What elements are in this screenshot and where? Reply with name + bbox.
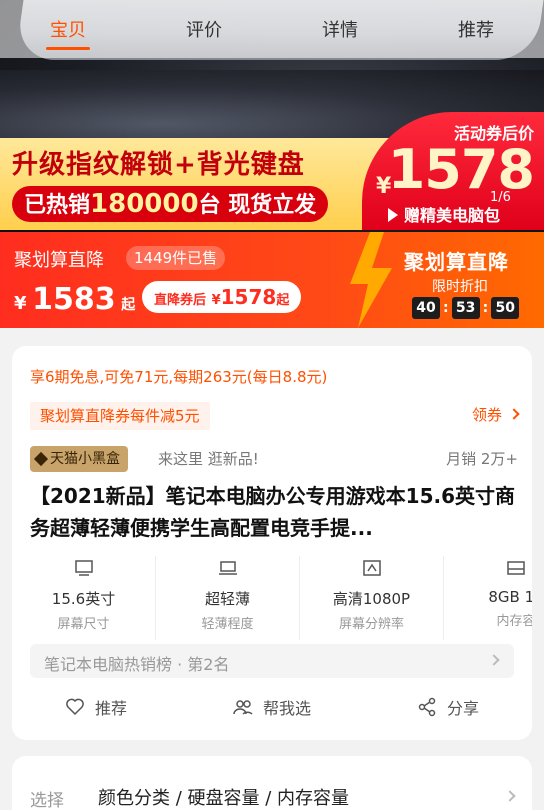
spec-value: 超轻薄 — [204, 590, 250, 608]
group-icon — [233, 700, 253, 715]
coupon-row[interactable]: 聚划算直降券每件减5元 领券 — [30, 402, 520, 432]
coupon-price-unit: 起 — [276, 293, 290, 308]
spec-strip[interactable]: 15.6英寸 屏幕尺寸 超轻薄 轻薄程度 高清1080P 屏幕分辨率 8GB 1… — [12, 556, 532, 640]
spec-item[interactable]: 超轻薄 轻薄程度 — [156, 556, 300, 640]
chevron-right-icon — [488, 654, 500, 666]
installment-info[interactable]: 享6期免息,可免71元,每期263元(每日8.8元) — [30, 366, 327, 387]
promo-banner: 升级指纹解锁+背光键盘 已热销180000台 现货立发 — [0, 138, 390, 230]
heart-icon — [66, 698, 84, 716]
sku-select-row[interactable]: 选择 颜色分类 / 硬盘容量 / 内存容量 — [12, 756, 532, 810]
juhuasuan-title: 聚划算直降 — [14, 250, 104, 271]
select-value: 颜色分类 / 硬盘容量 / 内存容量 — [98, 788, 350, 809]
spec-value: 8GB 16 — [488, 588, 532, 606]
tab-baobei[interactable]: 宝贝 — [40, 16, 96, 50]
activity-price: 1578 — [387, 138, 535, 201]
monthly-sales: 月销 2万+ — [446, 450, 518, 468]
spec-item[interactable]: 15.6英寸 屏幕尺寸 — [12, 556, 156, 640]
activity-gift-text: 赠精美电脑包 — [404, 206, 501, 225]
countdown-seconds: 50 — [491, 297, 520, 319]
price-unit: 起 — [121, 297, 136, 313]
tab-recommend[interactable]: 推荐 — [448, 16, 504, 42]
spec-item[interactable]: 高清1080P 屏幕分辨率 — [300, 556, 444, 640]
resolution-icon — [362, 560, 381, 576]
coupon-tag: 聚划算直降券每件减5元 — [30, 402, 210, 430]
chevron-right-icon — [508, 408, 520, 420]
countdown-minutes: 53 — [451, 297, 480, 319]
memory-icon — [507, 561, 525, 575]
chevron-right-icon — [504, 790, 516, 802]
tab-reviews[interactable]: 评价 — [176, 16, 232, 42]
price-yen: ¥ — [14, 293, 27, 314]
carousel-page-indicator: 1/6 — [490, 190, 511, 205]
recommend-label: 推荐 — [94, 699, 127, 718]
get-coupon-link[interactable]: 领券 — [471, 404, 520, 425]
select-label: 选择 — [30, 791, 64, 810]
tmall-blackbox-badge[interactable]: 天猫小黑盒 — [30, 446, 128, 472]
juhuasuan-brand: 聚划算直降 — [404, 250, 509, 274]
juhuasuan-price: ¥ 1583 起 — [14, 282, 135, 317]
countdown-separator: : — [443, 300, 449, 316]
screen-icon — [74, 560, 93, 576]
promo-sold-pill: 已热销180000台 现货立发 — [12, 186, 329, 222]
coupon-price-label: 直降券后 — [154, 293, 207, 308]
coupon-price-value: 1578 — [220, 285, 277, 309]
coupon-price-pill[interactable]: 直降券后 ¥1578起 — [142, 281, 302, 313]
promo-sold-prefix: 已热销 — [24, 193, 91, 218]
help-me-choose-label: 帮我选 — [262, 699, 311, 718]
coupon-price-yen: ¥ — [211, 293, 221, 308]
activity-gift: 赠精美电脑包 — [388, 202, 500, 226]
cube-icon — [33, 451, 49, 467]
bestseller-rank-row[interactable]: 笔记本电脑热销榜 · 第2名 — [30, 644, 514, 678]
countdown-timer: 40 : 53 : 50 — [412, 297, 520, 319]
action-row: 推荐 帮我选 分享 — [12, 692, 532, 722]
tmall-badge-label: 天猫小黑盒 — [50, 451, 120, 467]
play-icon — [388, 208, 398, 222]
limited-discount-label: 限时折扣 — [432, 279, 488, 295]
product-info-card: 享6期免息,可免71元,每期263元(每日8.8元) 聚划算直降券每件减5元 领… — [12, 346, 532, 740]
tab-details[interactable]: 详情 — [312, 16, 368, 42]
help-me-choose-button[interactable]: 帮我选 — [233, 695, 311, 719]
spec-item[interactable]: 8GB 16 内存容 — [444, 556, 532, 640]
promo-sold-number: 180000 — [90, 189, 199, 219]
tmall-row: 天猫小黑盒 来这里 逛新品! 月销 2万+ — [30, 446, 518, 472]
top-tab-bar: 宝贝 评价 详情 推荐 — [0, 0, 544, 58]
spec-value: 15.6英寸 — [51, 590, 116, 608]
tmall-slogan: 来这里 逛新品! — [158, 450, 259, 468]
spec-value: 高清1080P — [332, 590, 411, 608]
share-label: 分享 — [446, 699, 479, 718]
promo-sold-suffix: 台 现货立发 — [198, 193, 317, 218]
share-icon — [418, 697, 436, 717]
price-value: 1583 — [32, 282, 116, 317]
spec-label: 屏幕尺寸 — [57, 617, 110, 632]
lightning-icon — [350, 232, 392, 328]
rank-text: 笔记本电脑热销榜 · 第2名 — [44, 655, 230, 674]
get-coupon-label: 领券 — [471, 406, 502, 424]
sold-count-badge: 1449件已售 — [126, 246, 226, 270]
spec-label: 屏幕分辨率 — [338, 617, 404, 632]
spec-label: 轻薄程度 — [201, 617, 254, 632]
recommend-button[interactable]: 推荐 — [65, 695, 127, 719]
spec-label: 内存容 — [496, 614, 532, 629]
juhuasuan-bar: 聚划算直降 1449件已售 ¥ 1583 起 直降券后 ¥1578起 聚划算直降… — [0, 232, 544, 328]
countdown-hours: 40 — [412, 297, 440, 319]
product-image-carousel[interactable]: 宝贝 评价 详情 推荐 升级指纹解锁+背光键盘 已热销180000台 现货立发 … — [0, 0, 544, 232]
laptop-icon — [218, 561, 237, 575]
product-title: 【2021新品】笔记本电脑办公专用游戏本15.6英寸商务超薄轻薄便携学生高配置电… — [30, 484, 516, 540]
promo-title: 升级指纹解锁+背光键盘 — [12, 150, 305, 180]
share-button[interactable]: 分享 — [417, 695, 479, 719]
countdown-separator: : — [482, 300, 489, 316]
